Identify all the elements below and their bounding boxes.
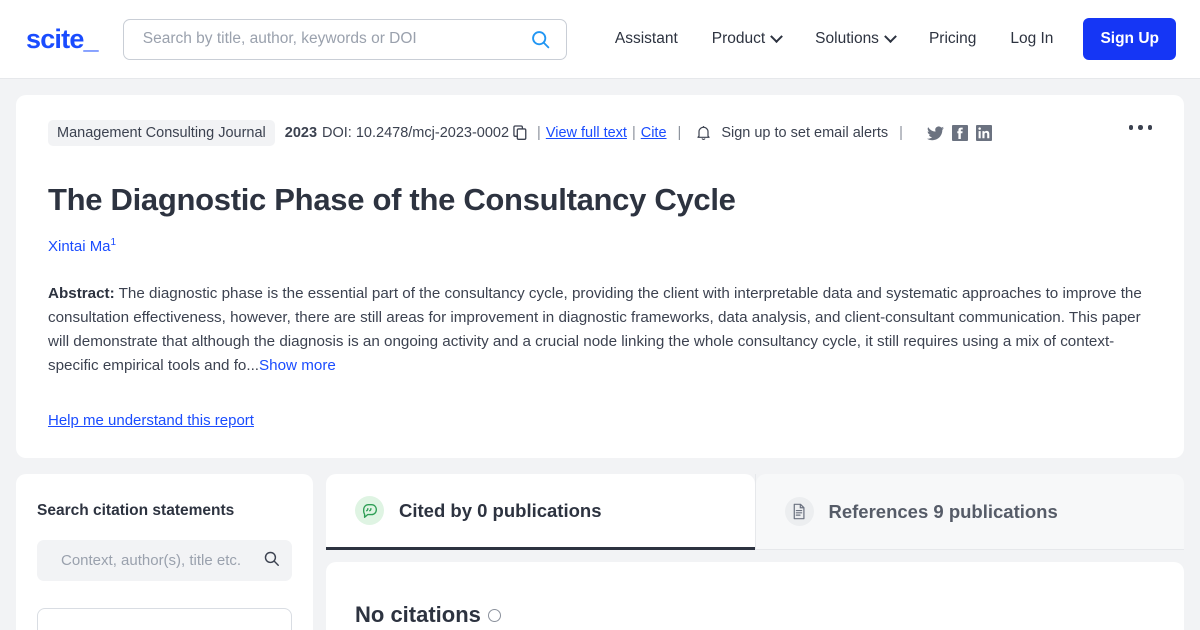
- tab-cited-by-label: Cited by 0 publications: [399, 499, 602, 521]
- show-more-link[interactable]: Show more: [259, 357, 336, 374]
- sign-up-button[interactable]: Sign Up: [1083, 18, 1176, 60]
- nav-label: Pricing: [928, 30, 977, 47]
- facebook-icon[interactable]: [951, 125, 968, 141]
- site-header: scite_ Assistant Product Solutions Prici…: [0, 0, 1200, 79]
- citations-main-panel: Cited by 0 publications References 9 pub: [326, 474, 1184, 630]
- page-body: Management Consulting Journal 2023 DOI: …: [0, 79, 1200, 630]
- citation-search-container: [37, 540, 292, 582]
- scite-logo[interactable]: scite_: [26, 25, 99, 53]
- nav-item-solutions[interactable]: Solutions: [798, 22, 912, 56]
- tab-bar: Cited by 0 publications References 9 pub: [326, 474, 1184, 551]
- nav-label: Log In: [1010, 30, 1054, 47]
- tab-cited-by[interactable]: Cited by 0 publications: [326, 474, 755, 551]
- separator: |: [899, 125, 903, 141]
- nav-label: Assistant: [614, 30, 678, 47]
- paper-detail-card: Management Consulting Journal 2023 DOI: …: [16, 95, 1184, 459]
- document-icon: [784, 497, 814, 527]
- search-input[interactable]: [140, 29, 530, 49]
- affiliation-marker: 1: [110, 237, 117, 249]
- social-share-group: [926, 125, 992, 141]
- citation-search-sidebar: Search citation statements: [16, 474, 313, 630]
- bell-icon[interactable]: [692, 125, 715, 141]
- abstract-text: Abstract: The diagnostic phase is the es…: [48, 282, 1152, 377]
- twitter-icon[interactable]: [926, 125, 944, 141]
- more-options-button[interactable]: [1123, 119, 1159, 136]
- doi-text: DOI: 10.2478/mcj-2023-0002: [322, 125, 510, 141]
- sidebar-filter-box[interactable]: [37, 608, 292, 630]
- chevron-down-icon: [770, 29, 784, 43]
- copy-icon[interactable]: [509, 125, 532, 141]
- search-icon[interactable]: [263, 550, 280, 572]
- author-list: Xintai Ma1: [48, 237, 1152, 255]
- nav-item-assistant[interactable]: Assistant: [598, 22, 695, 56]
- citations-content-panel: No citations: [326, 562, 1184, 630]
- tab-references[interactable]: References 9 publications: [755, 474, 1184, 551]
- chevron-down-icon: [884, 29, 897, 43]
- nav-item-pricing[interactable]: Pricing: [912, 22, 993, 56]
- cite-link[interactable]: Cite: [641, 125, 667, 141]
- no-citations-message: No citations: [355, 602, 1155, 628]
- separator: |: [631, 125, 636, 141]
- email-alerts-label[interactable]: Sign up to set email alerts: [721, 125, 888, 141]
- tab-references-label: References 9 publications: [828, 500, 1058, 522]
- citation-search-input[interactable]: [59, 551, 263, 571]
- main-navigation: Assistant Product Solutions Pricing Log …: [598, 18, 1176, 60]
- paper-metadata-row: Management Consulting Journal 2023 DOI: …: [48, 119, 1152, 147]
- dot: [1138, 125, 1143, 130]
- abstract-label: Abstract:: [48, 285, 115, 303]
- separator: |: [677, 125, 682, 141]
- separator: |: [537, 125, 541, 141]
- nav-label: Product: [711, 30, 766, 47]
- author-link[interactable]: Xintai Ma1: [48, 237, 117, 256]
- info-icon[interactable]: [487, 608, 501, 622]
- author-name: Xintai Ma: [48, 238, 111, 256]
- nav-item-login[interactable]: Log In: [993, 22, 1070, 56]
- citation-bubble-icon: [355, 496, 384, 526]
- abstract-body: The diagnostic phase is the essential pa…: [48, 285, 1142, 374]
- no-citations-label: No citations: [355, 602, 481, 628]
- journal-name-chip[interactable]: Management Consulting Journal: [48, 120, 275, 146]
- nav-label: Solutions: [815, 30, 879, 47]
- dot: [1128, 125, 1133, 130]
- lower-section: Search citation statements Context, auth…: [16, 474, 1184, 630]
- linkedin-icon[interactable]: [975, 125, 992, 141]
- search-icon[interactable]: [530, 28, 552, 50]
- publication-year: 2023: [284, 125, 318, 141]
- dot: [1147, 125, 1152, 130]
- sidebar-title: Search citation statements: [37, 502, 235, 520]
- help-understand-report-link[interactable]: Help me understand this report: [48, 412, 254, 429]
- view-full-text-link[interactable]: View full text: [546, 125, 627, 141]
- nav-item-product[interactable]: Product: [695, 22, 798, 56]
- page-title: The Diagnostic Phase of the Consultancy …: [48, 182, 736, 217]
- global-search-container: [122, 18, 567, 60]
